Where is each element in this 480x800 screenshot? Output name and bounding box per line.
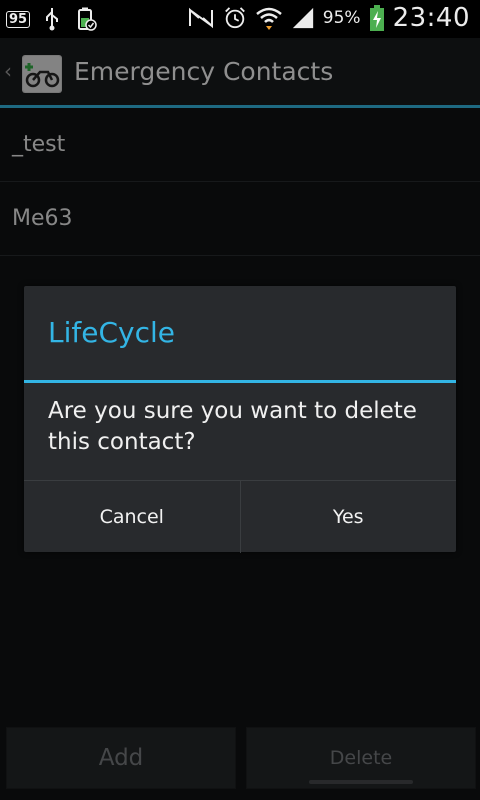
no-signal-icon (188, 7, 213, 29)
dialog-message: Are you sure you want to delete this con… (48, 398, 417, 455)
dialog-button-bar: Cancel Yes (24, 480, 456, 553)
battery-check-icon (78, 7, 97, 31)
clock-time: 23:40 (392, 3, 470, 33)
battery-charging-icon (369, 5, 384, 31)
cancel-button[interactable]: Cancel (24, 481, 240, 553)
alarm-icon (224, 7, 245, 29)
usb-icon (46, 8, 59, 31)
wifi-icon (255, 7, 282, 30)
battery-percent: 95% (322, 8, 361, 28)
notification-count-icon: 95 (6, 10, 31, 28)
dialog-title-divider (24, 380, 456, 383)
dialog-title: LifeCycle (48, 316, 175, 349)
yes-button[interactable]: Yes (239, 481, 457, 553)
status-bar: 95 95% 23:40 (0, 0, 480, 38)
confirm-dialog: LifeCycle Are you sure you want to delet… (24, 286, 456, 553)
cell-signal-icon (292, 7, 313, 29)
